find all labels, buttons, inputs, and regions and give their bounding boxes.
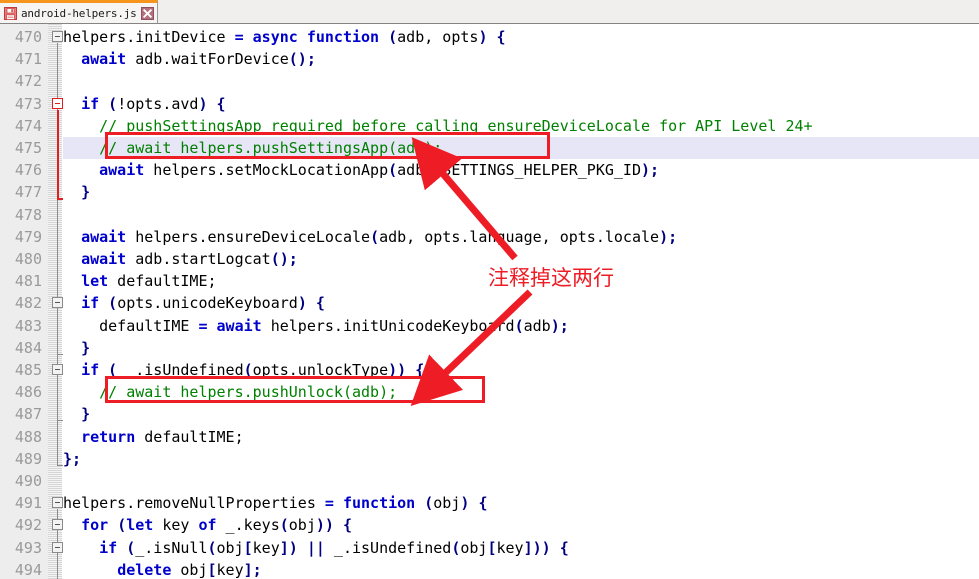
editor-tab-android-helpers-js[interactable]: android-helpers.js [0,0,158,23]
fold-toggle-line-491[interactable] [52,497,63,509]
line-number: 474 [14,116,42,135]
fold-toggle-line-485[interactable] [52,364,63,375]
code-line-488[interactable]: 488 return defaultIME; [0,426,979,448]
line-number: 487 [14,405,42,424]
line-number: 488 [14,427,42,446]
code-editor[interactable]: 470 helpers.initDevice = async function (… [0,24,979,579]
code-line-473[interactable]: 473 if (!opts.avd) { [0,93,979,115]
code-text[interactable]: // pushSettingsApp required before calli… [63,115,979,137]
line-number: 477 [14,183,42,202]
code-line-475[interactable]: 475 // await helpers.pushSettingsApp(adb… [0,137,979,159]
code-text[interactable] [63,70,979,92]
code-line-474[interactable]: 474 // pushSettingsApp required before c… [0,115,979,137]
fold-end-tick [57,198,63,201]
fold-toggle-line-473[interactable] [52,97,63,109]
code-line-487[interactable]: 487 } [0,403,979,425]
code-text[interactable]: await adb.startLogcat(); [63,248,979,270]
code-line-492[interactable]: 492 for (let key of _.keys(obj)) { [0,514,979,536]
line-number: 482 [14,294,42,313]
line-number: 479 [14,227,42,246]
code-text[interactable]: delete obj[key]; [63,559,979,579]
fold-toggle-line-492[interactable] [52,519,63,531]
code-line-470[interactable]: 470 helpers.initDevice = async function (… [0,26,979,48]
line-number: 476 [14,161,42,180]
line-number: 493 [14,538,42,557]
code-line-477[interactable]: 477 } [0,181,979,203]
code-line-479[interactable]: 479 await helpers.ensureDeviceLocale(adb… [0,226,979,248]
code-text[interactable]: helpers.removeNullProperties = function … [63,492,979,514]
line-number: 491 [14,494,42,513]
code-line-483[interactable]: 483 defaultIME = await helpers.initUnico… [0,315,979,337]
code-text[interactable]: return defaultIME; [63,426,979,448]
line-number: 490 [14,472,42,490]
code-text[interactable]: // await helpers.pushUnlock(adb); [63,381,979,403]
code-line-486[interactable]: 486 // await helpers.pushUnlock(adb); [0,381,979,403]
code-line-490[interactable]: 490 [0,470,979,492]
code-line-480[interactable]: 480 await adb.startLogcat(); [0,248,979,270]
fold-end-tick [57,420,63,422]
code-line-482[interactable]: 482 if (opts.unicodeKeyboard) { [0,292,979,314]
close-icon[interactable] [140,6,154,20]
fold-end-tick [57,353,63,355]
code-text[interactable]: if (!opts.avd) { [63,93,979,115]
line-number: 471 [14,50,42,69]
code-text[interactable]: defaultIME = await helpers.initUnicodeKe… [63,315,979,337]
fold-end-tick [57,464,63,466]
line-number: 470 [14,28,42,46]
fold-toggle-line-482[interactable] [52,297,63,309]
code-line-472[interactable]: 472 [0,70,979,92]
code-line-476[interactable]: 476 await helpers.setMockLocationApp(adb… [0,159,979,181]
code-text[interactable] [63,204,979,226]
code-text[interactable]: } [63,403,979,425]
line-number: 484 [14,338,42,357]
code-text[interactable]: if (_.isNull(obj[key]) || _.isUndefined(… [63,537,979,559]
code-text[interactable]: if ( _.isUndefined(opts.unlockType)) { [63,359,979,381]
floppy-disk-icon [4,6,17,20]
line-number: 492 [14,516,42,535]
line-number: 473 [14,94,42,113]
tab-bar: android-helpers.js [0,0,979,24]
line-number: 483 [14,316,42,335]
tab-title: android-helpers.js [21,6,137,20]
code-line-484[interactable]: 484 } [0,337,979,359]
line-number: 489 [14,449,42,468]
line-number: 494 [14,560,42,579]
code-text[interactable]: // await helpers.pushSettingsApp(adb); [63,137,979,159]
code-text[interactable]: } [63,181,979,203]
fold-toggle-line-493[interactable] [52,541,63,553]
code-text[interactable]: await adb.waitForDevice(); [63,48,979,70]
line-number: 486 [14,383,42,402]
code-line-494[interactable]: 494 delete obj[key]; [0,559,979,579]
code-text[interactable]: if (opts.unicodeKeyboard) { [63,292,979,314]
line-number: 485 [14,361,42,379]
code-text[interactable] [63,470,979,492]
code-line-493[interactable]: 493 if (_.isNull(obj[key]) || _.isUndefi… [0,537,979,559]
code-text[interactable]: }; [63,448,979,470]
code-text[interactable]: let defaultIME; [63,270,979,292]
line-number: 478 [14,205,42,224]
code-line-471[interactable]: 471 await adb.waitForDevice(); [0,48,979,70]
code-line-491[interactable]: 491 helpers.removeNullProperties = functi… [0,492,979,514]
line-number: 472 [14,72,42,91]
code-text[interactable]: for (let key of _.keys(obj)) { [63,514,979,536]
code-text[interactable]: await helpers.setMockLocationApp(adb, SE… [63,159,979,181]
code-line-481[interactable]: 481 let defaultIME; [0,270,979,292]
line-number: 475 [14,139,42,157]
code-text[interactable]: await helpers.ensureDeviceLocale(adb, op… [63,226,979,248]
line-number: 480 [14,250,42,268]
code-text[interactable]: } [63,337,979,359]
code-line-485[interactable]: 485 if ( _.isUndefined(opts.unlockType))… [0,359,979,381]
code-line-489[interactable]: 489}; [0,448,979,470]
fold-guide-line [57,109,59,199]
code-line-478[interactable]: 478 [0,204,979,226]
fold-toggle-line-470[interactable] [52,31,63,42]
code-text[interactable]: helpers.initDevice = async function (adb… [63,26,979,48]
line-number: 481 [14,272,42,291]
